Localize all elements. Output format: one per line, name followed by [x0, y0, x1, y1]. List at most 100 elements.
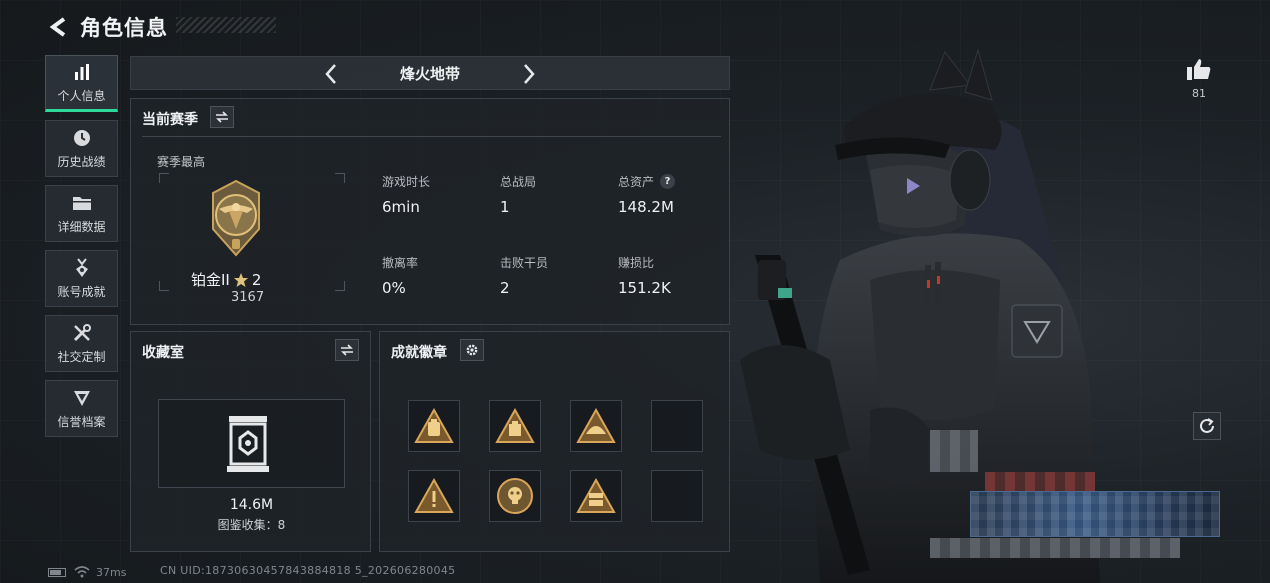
- stat-total-matches: 总战局 1: [500, 173, 536, 216]
- censored-region: [930, 538, 1180, 558]
- display-case-icon: [227, 416, 269, 472]
- stat-label: 击败干员: [500, 256, 549, 270]
- chevron-right-icon: [524, 64, 535, 84]
- header: 角色信息: [44, 10, 168, 44]
- gear-icon: [466, 344, 478, 356]
- star-icon: [233, 272, 248, 287]
- ping-value: 37ms: [96, 565, 127, 579]
- nameplate-banner: [970, 491, 1220, 537]
- like-button[interactable]: [1184, 54, 1214, 84]
- stat-profit-ratio: 赚损比 151.2K: [618, 254, 671, 297]
- sidebar-item-details[interactable]: 详细数据: [45, 185, 118, 242]
- stat-value: 1: [500, 198, 510, 216]
- divider: [142, 136, 721, 137]
- badge-slot[interactable]: [408, 470, 460, 522]
- bar-chart-icon: [71, 61, 93, 83]
- switch-collection-button[interactable]: [335, 339, 359, 361]
- back-button[interactable]: [44, 12, 72, 42]
- badge-slot[interactable]: [570, 400, 622, 452]
- mode-title: 烽火地带: [399, 64, 460, 83]
- badge-slot[interactable]: [408, 400, 460, 452]
- rotate-model-button[interactable]: [1193, 412, 1221, 440]
- stat-label: 赚损比: [618, 256, 655, 270]
- tools-icon: [71, 322, 93, 344]
- stat-value: 6min: [382, 198, 420, 216]
- user-uid: CN UID:18730630457843884818 5_2026062800…: [160, 564, 456, 577]
- swap-icon: [216, 111, 228, 123]
- collection-value: 14.6M: [229, 497, 274, 513]
- switch-season-button[interactable]: [210, 106, 234, 128]
- collection-title: 收藏室: [142, 345, 184, 361]
- sidebar-item-personal-info[interactable]: 个人信息: [45, 55, 118, 112]
- chevron-left-icon: [325, 64, 336, 84]
- censored-region: [985, 472, 1095, 492]
- rank-tier: 铂金II: [191, 271, 230, 289]
- empty-badge-slot[interactable]: [651, 400, 703, 452]
- case-badge-icon: [495, 408, 535, 443]
- battery-icon: [48, 567, 66, 577]
- refresh-icon: [1200, 418, 1214, 433]
- wifi-icon: [74, 566, 90, 578]
- badges-panel: 成就徽章: [379, 331, 730, 552]
- page-title: 角色信息: [80, 16, 168, 40]
- shield-icon: [71, 387, 93, 409]
- sidebar-item-achievements[interactable]: 账号成就: [45, 250, 118, 307]
- badge-slot[interactable]: [489, 400, 541, 452]
- sidebar: 个人信息 历史战绩 详细数据 账号成就 社交定制 信誉档案: [45, 55, 119, 445]
- stat-operators-defeated: 击败干员 2: [500, 254, 548, 297]
- stat-label-row: 总资产 ?: [618, 173, 676, 190]
- crate-badge-icon: [576, 478, 616, 513]
- stat-play-time: 游戏时长 6min: [382, 173, 430, 216]
- stat-value: 0%: [382, 279, 406, 297]
- sidebar-item-label: 个人信息: [57, 89, 106, 103]
- like-count: 81: [1192, 87, 1206, 100]
- badge-slot[interactable]: [570, 470, 622, 522]
- sidebar-item-label: 信誉档案: [57, 415, 106, 429]
- bag-badge-icon: [414, 408, 454, 443]
- stat-label: 总战局: [500, 175, 537, 189]
- stat-value: 148.2M: [618, 198, 674, 216]
- stat-value: 151.2K: [618, 279, 671, 297]
- stat-total-assets: 总资产 ? 148.2M: [618, 173, 676, 216]
- stat-value: 2: [500, 279, 510, 297]
- sidebar-item-label: 历史战绩: [57, 155, 106, 169]
- sidebar-item-label: 账号成就: [57, 285, 106, 299]
- next-mode-button[interactable]: [517, 61, 541, 87]
- stat-label: 撤离率: [382, 256, 419, 270]
- prev-mode-button[interactable]: [319, 61, 343, 87]
- censored-region: [930, 430, 978, 472]
- season-title: 当前赛季: [142, 112, 198, 128]
- clock-icon: [71, 127, 93, 149]
- collection-count: 图鉴收集：8: [217, 518, 286, 532]
- warning-badge-icon: [414, 478, 454, 513]
- collection-panel[interactable]: 收藏室 14.6M 图鉴收集：8: [130, 331, 371, 552]
- header-decoration: [176, 17, 276, 33]
- status-bar: 37ms: [48, 564, 126, 580]
- rank-stars: 2: [251, 270, 262, 289]
- medal-icon: [71, 257, 93, 279]
- skull-badge-icon: [497, 478, 533, 514]
- sidebar-item-history[interactable]: 历史战绩: [45, 120, 118, 177]
- season-best-label: 赛季最高: [157, 155, 206, 169]
- helmet-badge-icon: [576, 408, 616, 443]
- badges-title: 成就徽章: [391, 345, 447, 361]
- stat-label: 总资产: [618, 175, 655, 189]
- sidebar-item-label: 详细数据: [57, 220, 106, 234]
- sidebar-item-social[interactable]: 社交定制: [45, 315, 118, 372]
- back-arrow-icon: [49, 17, 66, 37]
- empty-badge-slot[interactable]: [651, 470, 703, 522]
- badge-slot[interactable]: [489, 470, 541, 522]
- thumbs-up-icon: [1187, 59, 1211, 80]
- mode-selector: 烽火地带: [130, 56, 730, 90]
- rank-medal-icon: [212, 179, 260, 257]
- stat-extract-rate: 撤离率 0%: [382, 254, 418, 297]
- stat-label: 游戏时长: [382, 175, 431, 189]
- help-icon[interactable]: ?: [660, 174, 676, 189]
- folder-icon: [71, 192, 93, 214]
- season-panel: 当前赛季 赛季最高 铂金II 2 3167 游戏时长 6min 总战局 1 总资…: [130, 98, 730, 325]
- swap-icon: [341, 344, 353, 356]
- sidebar-item-credit[interactable]: 信誉档案: [45, 380, 118, 437]
- badge-settings-button[interactable]: [460, 339, 484, 361]
- sidebar-item-label: 社交定制: [57, 350, 106, 364]
- rank-score: 3167: [231, 290, 265, 305]
